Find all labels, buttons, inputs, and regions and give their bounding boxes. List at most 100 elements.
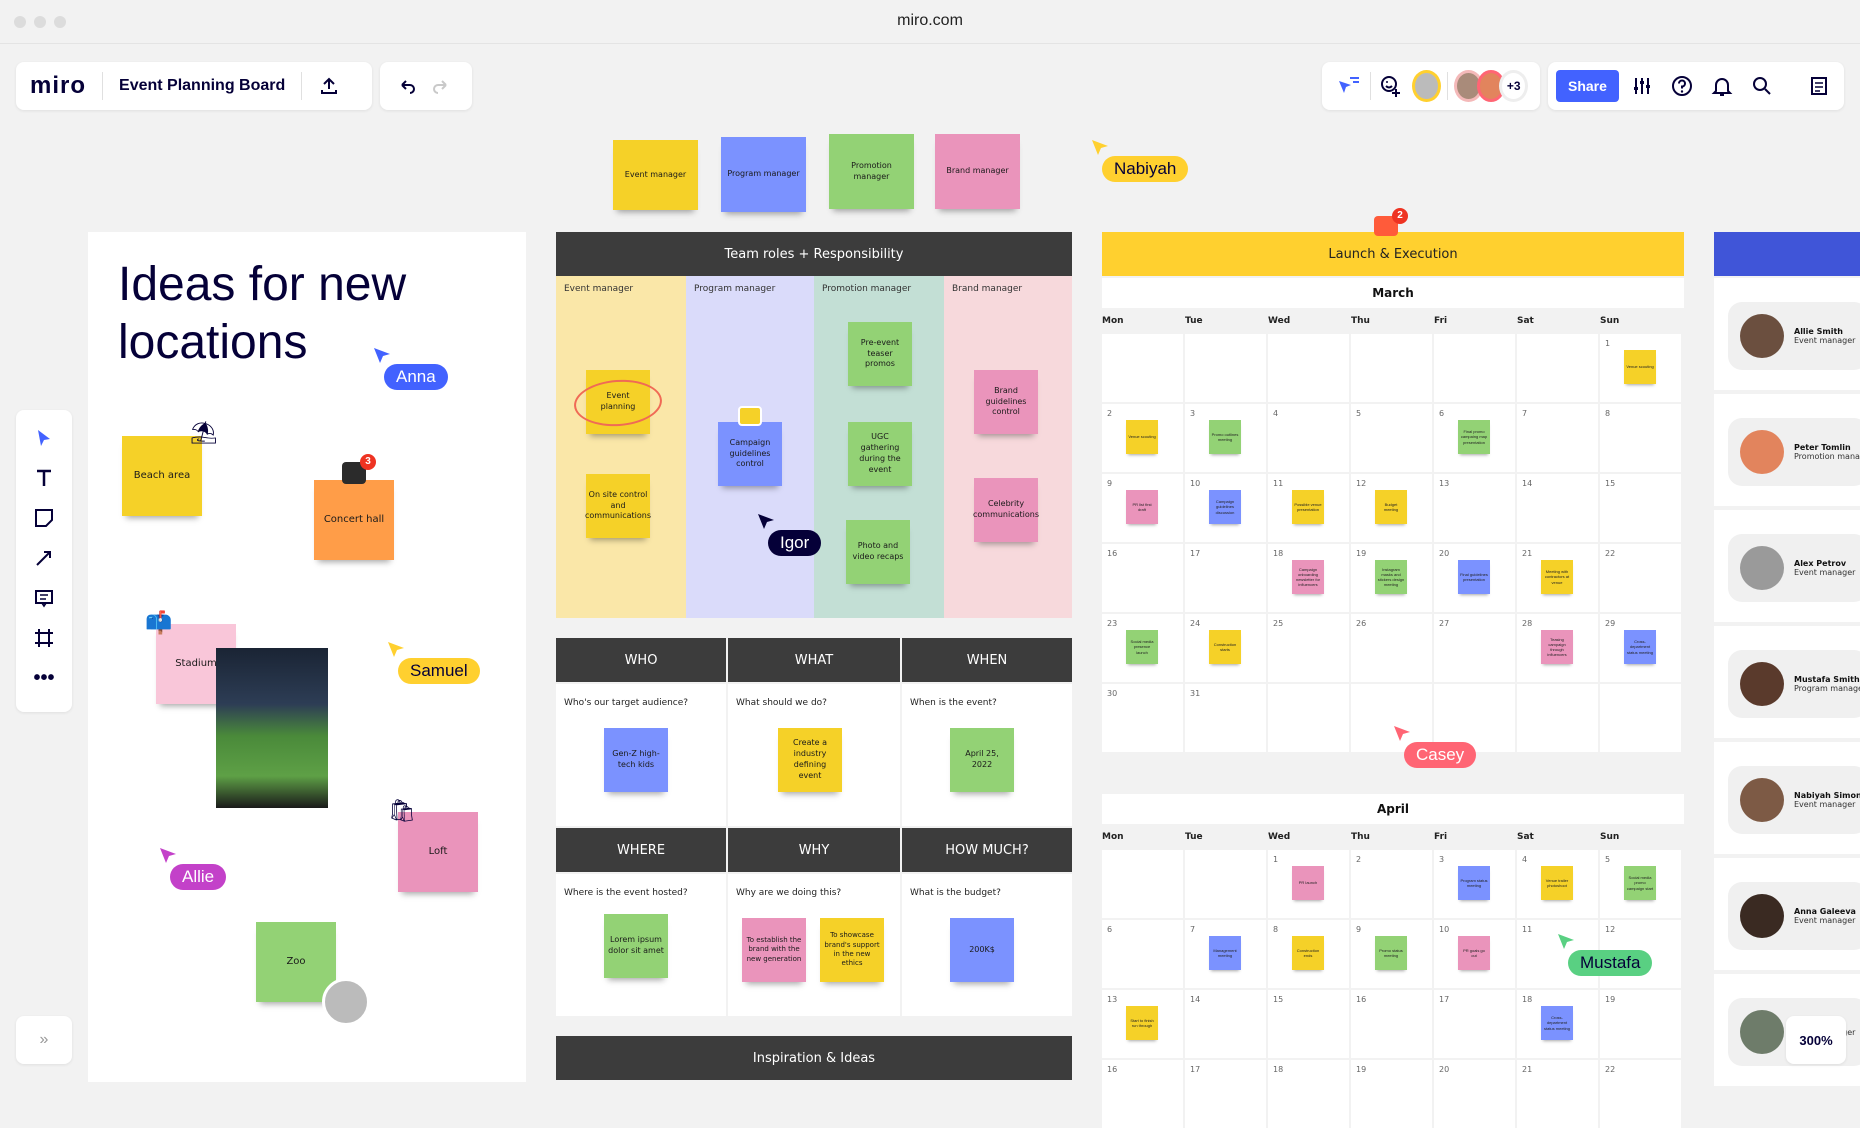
calendar-event-sticky[interactable]: PR launch [1292, 866, 1324, 900]
calendar-day-cell[interactable]: 16 [1102, 544, 1184, 613]
calendar-day-cell[interactable]: 8 [1600, 404, 1682, 473]
avatar[interactable] [322, 978, 370, 1026]
address-bar[interactable]: miro.com [0, 12, 1860, 30]
calendar-event-sticky[interactable]: Promo outlines meeting [1209, 420, 1241, 454]
calendar-day-cell[interactable] [1185, 850, 1267, 919]
calendar-day-cell[interactable]: 2 [1351, 850, 1433, 919]
answer-sticky[interactable]: To showcase brand's support in the new e… [820, 918, 884, 982]
answer-sticky[interactable]: Gen-Z high-tech kids [604, 728, 668, 792]
calendar-event-sticky[interactable]: Construction ends [1292, 936, 1324, 970]
person-card[interactable]: Alex Petrov Event manager [1728, 534, 1860, 602]
idea-sticky[interactable]: Loft [398, 812, 478, 892]
calendar-day-cell[interactable] [1351, 334, 1433, 403]
notes-panel-icon[interactable] [1802, 69, 1836, 103]
calendar-event-sticky[interactable]: Social media presence launch [1126, 630, 1158, 664]
comment-tool-icon[interactable] [24, 578, 64, 618]
calendar-day-cell[interactable] [1434, 334, 1516, 403]
calendar-day-cell[interactable]: 14 [1185, 990, 1267, 1059]
calendar-day-cell[interactable]: 17 [1185, 544, 1267, 613]
calendar-event-sticky[interactable]: Promo status meeting [1375, 936, 1407, 970]
calendar-event-sticky[interactable]: Cross-department status meeting [1624, 630, 1656, 664]
calendar-day-cell[interactable]: 19 [1351, 1060, 1433, 1128]
board-title[interactable]: Event Planning Board [119, 77, 285, 95]
notifications-bell-icon[interactable] [1705, 69, 1739, 103]
export-icon[interactable] [312, 69, 346, 103]
calendar-day-cell[interactable]: 22 [1600, 544, 1682, 613]
calendar-day-cell[interactable]: 25 [1268, 614, 1350, 683]
sticky-note-tool-icon[interactable] [24, 498, 64, 538]
role-task-sticky[interactable]: Campaign guidelines control [718, 422, 782, 486]
calendar-day-cell[interactable]: 6 [1102, 920, 1184, 989]
idea-sticky[interactable]: Beach area [122, 436, 202, 516]
person-card[interactable]: Mustafa Smith Program manager [1728, 650, 1860, 718]
help-icon[interactable] [1665, 69, 1699, 103]
reaction-add-icon[interactable] [1377, 69, 1407, 103]
calendar-day-cell[interactable]: 4 [1268, 404, 1350, 473]
calendar-event-sticky[interactable]: Management meeting [1209, 936, 1241, 970]
frame-tool-icon[interactable] [24, 618, 64, 658]
calendar-event-sticky[interactable]: Venue scouting [1624, 350, 1656, 384]
calendar-day-cell[interactable] [1102, 334, 1184, 403]
role-task-sticky[interactable]: UGC gathering during the event [848, 422, 912, 486]
calendar-event-sticky[interactable]: Instagram masks and stickers design meet… [1375, 560, 1407, 594]
calendar-day-cell[interactable] [1185, 334, 1267, 403]
calendar-event-sticky[interactable]: Venue scouting [1126, 420, 1158, 454]
answer-sticky[interactable]: April 25, 2022 [950, 728, 1014, 792]
more-tools-icon[interactable]: ••• [24, 658, 64, 698]
role-task-sticky[interactable]: Celebrity communications [973, 478, 1039, 542]
calendar-day-cell[interactable] [1102, 850, 1184, 919]
calendar-event-sticky[interactable]: Social media promo campaign start [1624, 866, 1656, 900]
calendar-event-sticky[interactable]: Campaign onboarding newsletter for influ… [1292, 560, 1324, 594]
settings-sliders-icon[interactable] [1625, 69, 1659, 103]
miro-logo[interactable]: miro [30, 72, 86, 100]
role-task-sticky[interactable]: Brand guidelines control [974, 370, 1038, 434]
cursor-filter-icon[interactable] [1334, 69, 1364, 103]
calendar-day-cell[interactable]: 15 [1600, 474, 1682, 543]
calendar-day-cell[interactable]: 26 [1351, 614, 1433, 683]
role-sticky[interactable]: Promotion manager [829, 134, 914, 209]
calendar-day-cell[interactable]: 14 [1517, 474, 1599, 543]
role-sticky[interactable]: Brand manager [935, 134, 1020, 209]
zoom-level-indicator[interactable]: 300% [1786, 1016, 1846, 1064]
calendar-event-sticky[interactable]: Budget meeting [1375, 490, 1407, 524]
calendar-day-cell[interactable]: 27 [1434, 614, 1516, 683]
role-sticky[interactable]: Program manager [721, 137, 806, 212]
calendar-event-sticky[interactable]: Venue trailer photoshoot [1541, 866, 1573, 900]
person-card[interactable]: Allie Smith Event manager [1728, 302, 1860, 370]
role-task-sticky[interactable]: On site control and communications [585, 474, 651, 538]
calendar-day-cell[interactable] [1517, 334, 1599, 403]
calendar-event-sticky[interactable]: Teasing campaign through influencers [1541, 630, 1573, 664]
role-task-sticky[interactable]: Photo and video recaps [846, 520, 910, 584]
undo-icon[interactable] [390, 69, 424, 103]
calendar-event-sticky[interactable]: Final guidelines presentation [1458, 560, 1490, 594]
calendar-event-sticky[interactable]: Meeting with contractors at venue [1541, 560, 1573, 594]
answer-sticky[interactable]: To establish the brand with the new gene… [742, 918, 806, 982]
calendar-day-cell[interactable]: 16 [1102, 1060, 1184, 1128]
answer-sticky[interactable]: Lorem ipsum dolor sit amet [604, 914, 668, 978]
person-card[interactable]: Anna Galeeva Event manager [1728, 882, 1860, 950]
calendar-event-sticky[interactable]: Construction starts [1209, 630, 1241, 664]
calendar-day-cell[interactable] [1600, 684, 1682, 753]
calendar-day-cell[interactable]: 31 [1185, 684, 1267, 753]
stadium-photo[interactable] [216, 648, 328, 808]
calendar-day-cell[interactable]: 15 [1268, 990, 1350, 1059]
calendar-day-cell[interactable]: 20 [1434, 1060, 1516, 1128]
calendar-day-cell[interactable]: 22 [1600, 1060, 1682, 1128]
calendar-event-sticky[interactable]: PR goals go out [1458, 936, 1490, 970]
select-tool-icon[interactable] [24, 418, 64, 458]
calendar-event-sticky[interactable]: Possible venue presentation [1292, 490, 1324, 524]
calendar-event-sticky[interactable]: Final promo campaing map presentation [1458, 420, 1490, 454]
search-icon[interactable] [1745, 69, 1779, 103]
answer-sticky[interactable]: Create a industry defining event [778, 728, 842, 792]
calendar-day-cell[interactable]: 7 [1517, 404, 1599, 473]
calendar-day-cell[interactable]: 13 [1434, 474, 1516, 543]
calendar-day-cell[interactable]: 30 [1102, 684, 1184, 753]
calendar-event-sticky[interactable]: Cross-department status meeting [1541, 1006, 1573, 1040]
calendar-day-cell[interactable]: 16 [1351, 990, 1433, 1059]
avatar-current-user[interactable] [1412, 70, 1441, 102]
calendar-day-cell[interactable]: 5 [1351, 404, 1433, 473]
calendar-event-sticky[interactable]: Start to finish run through [1126, 1006, 1158, 1040]
calendar-day-cell[interactable] [1517, 684, 1599, 753]
calendar-day-cell[interactable]: 21 [1517, 1060, 1599, 1128]
text-tool-icon[interactable] [24, 458, 64, 498]
